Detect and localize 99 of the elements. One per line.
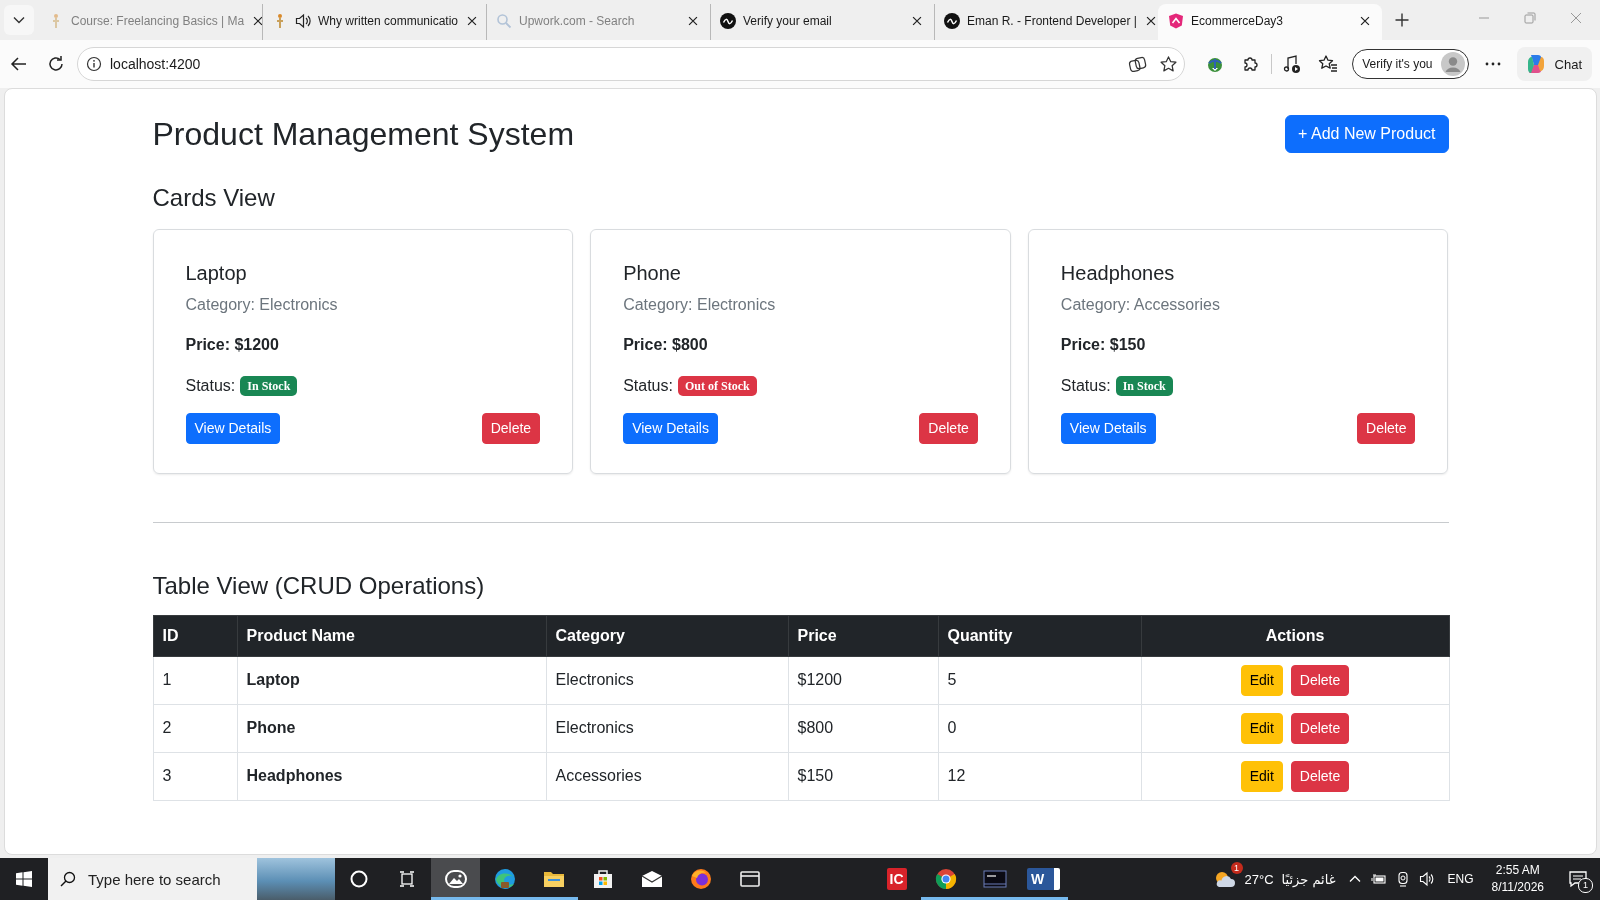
notifications-button[interactable]: 1 — [1556, 858, 1600, 900]
delete-button[interactable]: Delete — [919, 413, 978, 445]
search-icon — [496, 12, 512, 29]
table-cell: $150 — [788, 752, 938, 801]
time-text: 2:55 AM — [1495, 862, 1540, 879]
table-cell: $1200 — [788, 656, 938, 705]
product-category: Category: Accessories — [1060, 295, 1221, 316]
edit-button[interactable]: Edit — [1240, 713, 1283, 744]
table-cell: Electronics — [546, 704, 788, 753]
view-details-button[interactable]: View Details — [623, 413, 718, 445]
notification-badge: 1 — [1230, 862, 1243, 874]
taskbar-search-field[interactable]: Type here to search — [48, 858, 257, 900]
circle-icon — [350, 870, 368, 888]
status-label: Status: — [185, 376, 236, 397]
delete-button[interactable]: Delete — [1290, 665, 1350, 696]
taskbar-app[interactable]: IC — [872, 858, 921, 900]
task-view-icon — [398, 870, 416, 888]
status-label: Status: — [1060, 376, 1111, 397]
product-price: Price: $800 — [623, 335, 709, 356]
taskbar-app[interactable]: W — [1019, 858, 1068, 900]
terminal-icon — [982, 867, 1007, 891]
app-logo: W — [1026, 868, 1061, 890]
edit-button[interactable]: Edit — [1240, 761, 1283, 792]
column-header: Category — [546, 615, 788, 657]
status-badge: Out of Stock — [677, 376, 757, 397]
browser-tab[interactable]: EcommerceDay3 — [1158, 4, 1382, 40]
taskbar-app[interactable] — [431, 858, 480, 900]
table-cell: 1 — [153, 656, 237, 705]
section-heading: Cards View — [152, 184, 276, 214]
logo-icon — [720, 12, 736, 29]
product-name: Laptop — [185, 261, 248, 286]
browser-tab[interactable]: Course: Freelancing Basics | Ma — [38, 4, 262, 40]
table-cell: Phone — [237, 704, 546, 753]
section-heading: Table View (CRUD Operations) — [152, 572, 486, 601]
wave-logo-icon — [492, 867, 517, 891]
view-details-button[interactable]: View Details — [1060, 413, 1156, 445]
table-cell: Headphones — [237, 752, 546, 801]
edit-button[interactable]: Edit — [1240, 665, 1283, 696]
table-cell: Laptop — [237, 656, 546, 705]
product-price: Price: $150 — [1060, 335, 1147, 356]
delete-button[interactable]: Delete — [1290, 713, 1350, 744]
page-title: Product Management System — [152, 115, 575, 154]
reload-icon[interactable] — [46, 54, 66, 74]
table-cell: Accessories — [546, 752, 788, 801]
plus-icon[interactable] — [1394, 12, 1410, 28]
address-field[interactable]: localhost:4200 — [77, 47, 1186, 81]
battery-icon[interactable] — [1371, 871, 1388, 887]
product-category: Category: Electronics — [623, 295, 777, 316]
delete-button[interactable]: Delete — [1357, 413, 1416, 445]
message-icon — [1568, 869, 1588, 889]
clock[interactable]: 2:55 AM 8/11/2026 — [1487, 862, 1548, 896]
column-header: Actions — [1141, 615, 1449, 657]
column-header: ID — [153, 615, 237, 657]
weather-condition: غائم جزئيًا — [1281, 871, 1336, 887]
shield-logo-icon — [1168, 12, 1184, 29]
speaker-icon[interactable] — [295, 12, 311, 29]
view-details-button[interactable]: View Details — [185, 413, 281, 445]
round-logo-icon — [933, 867, 958, 891]
table-cell: Electronics — [546, 656, 788, 705]
status-badge: In Stock — [1115, 376, 1173, 397]
favorites-icon[interactable] — [1318, 54, 1339, 74]
table-cell: 2 — [153, 704, 237, 753]
product-category: Category: Electronics — [185, 295, 339, 316]
delete-button[interactable]: Delete — [481, 413, 541, 445]
photo-icon — [443, 867, 468, 891]
logo-icon — [944, 12, 960, 29]
address-text: localhost:4200 — [110, 56, 201, 72]
table-cell: 3 — [153, 752, 237, 801]
start-icon — [16, 871, 32, 887]
profile-button[interactable]: Verify it's you — [1352, 49, 1469, 79]
status-label: Status: — [623, 376, 673, 397]
speaker-icon[interactable] — [1419, 871, 1436, 887]
date-text: 8/11/2026 — [1491, 879, 1544, 896]
product-price: Price: $1200 — [185, 335, 280, 356]
avatar-icon — [1440, 52, 1465, 76]
chat-button[interactable]: Chat — [1516, 47, 1592, 81]
delete-button[interactable]: Delete — [1290, 761, 1350, 792]
language-indicator[interactable]: ENG — [1447, 872, 1474, 886]
table-cell: $800 — [788, 704, 938, 753]
table-cell: 12 — [938, 752, 1141, 801]
info-icon[interactable] — [86, 56, 102, 72]
app-logo: IC — [886, 868, 907, 890]
add-product-button[interactable]: + Add New Product — [1285, 115, 1449, 154]
table-cell: 5 — [938, 656, 1141, 705]
temperature-text: 27°C — [1244, 871, 1274, 887]
music-note-icon[interactable] — [1282, 54, 1303, 74]
tab-list-button[interactable] — [4, 5, 34, 35]
column-header: Quantity — [938, 615, 1141, 657]
column-header: Product Name — [237, 615, 546, 657]
product-name: Headphones — [1060, 261, 1176, 286]
column-header: Price — [788, 615, 938, 657]
table-cell: 0 — [938, 704, 1141, 753]
search-icon — [60, 871, 76, 887]
product-name: Phone — [623, 261, 682, 286]
overlapping-squares-icon[interactable] — [1128, 54, 1148, 74]
notification-count: 1 — [1578, 878, 1593, 893]
star-icon[interactable] — [1159, 54, 1179, 74]
globe-icon — [688, 867, 713, 891]
status-badge: In Stock — [240, 376, 298, 397]
